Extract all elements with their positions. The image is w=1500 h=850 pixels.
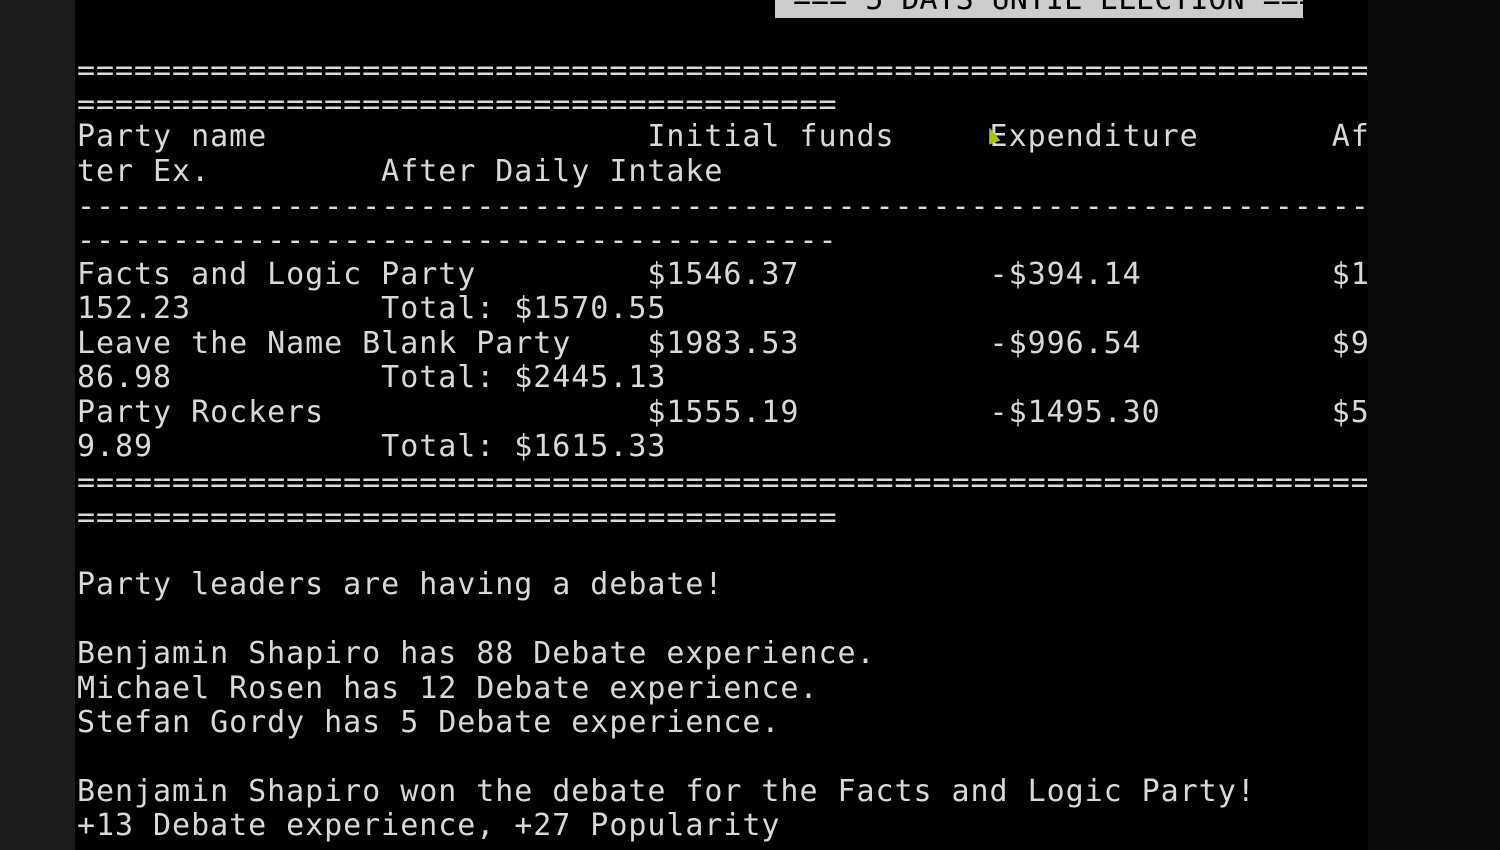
right-gutter: [1368, 0, 1500, 850]
separator-equals: ========================================: [77, 500, 838, 535]
separator-equals: ========================================…: [77, 53, 1367, 88]
separator-dashes: ----------------------------------------: [77, 223, 838, 258]
separator-equals: ========================================: [77, 87, 838, 122]
debate-heading: Party leaders are having a debate!: [77, 567, 724, 602]
table-header-wrap: ter Ex. After Daily Intake: [77, 154, 724, 189]
separator-equals: ========================================…: [77, 465, 1367, 500]
console-output[interactable]: ========================================…: [77, 0, 1367, 850]
debate-reward: +13 Debate experience, +27 Popularity: [77, 808, 781, 843]
left-gutter: [0, 0, 75, 850]
table-row: Party Rockers $1555.19 -$1495.30 $5: [77, 395, 1367, 430]
debate-result: Benjamin Shapiro won the debate for the …: [77, 774, 1256, 809]
experience-line: Michael Rosen has 12 Debate experience.: [77, 671, 819, 706]
table-row-wrap: 152.23 Total: $1570.55: [77, 291, 667, 326]
table-row: Facts and Logic Party $1546.37 -$394.14 …: [77, 257, 1367, 292]
table-row-wrap: 86.98 Total: $2445.13: [77, 360, 667, 395]
separator-dashes: ----------------------------------------…: [77, 189, 1367, 224]
table-row-wrap: 9.89 Total: $1615.33: [77, 429, 667, 464]
terminal-window: === 5 DAYS UNTIL ELECTION === ==========…: [0, 0, 1500, 850]
table-header: Party name Initial funds Expenditure Af: [77, 119, 1367, 154]
experience-line: Benjamin Shapiro has 88 Debate experienc…: [77, 636, 876, 671]
table-row: Leave the Name Blank Party $1983.53 -$99…: [77, 326, 1367, 361]
experience-line: Stefan Gordy has 5 Debate experience.: [77, 705, 781, 740]
